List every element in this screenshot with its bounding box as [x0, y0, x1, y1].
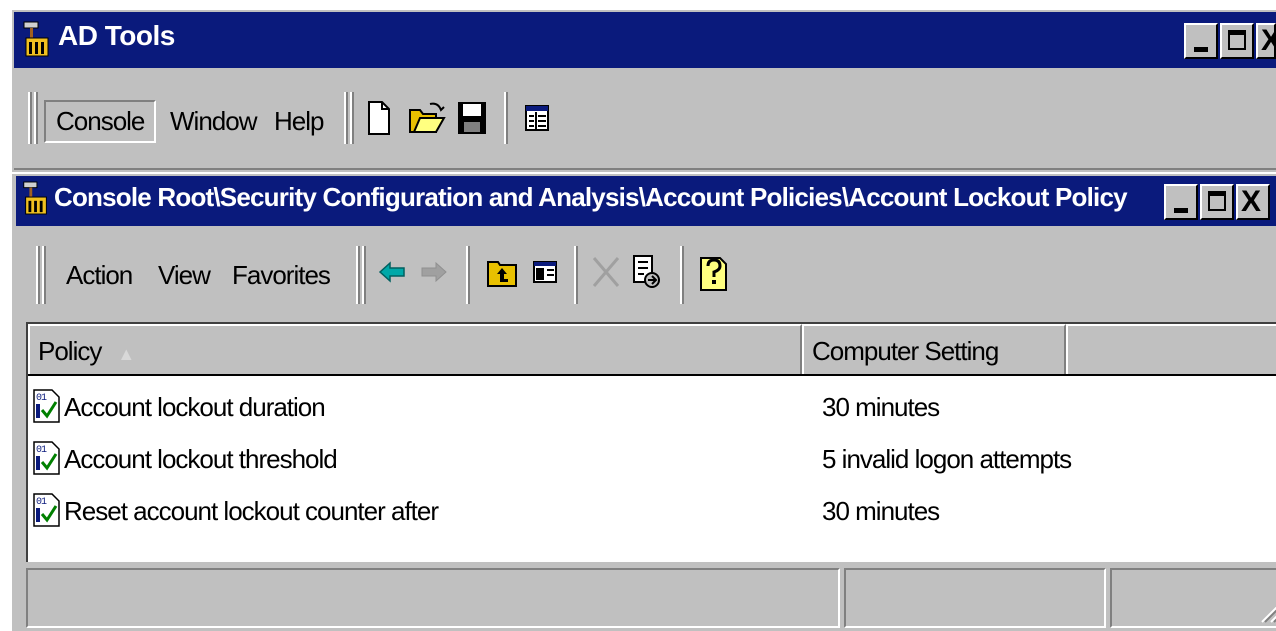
- close-button[interactable]: X: [1256, 23, 1276, 59]
- security-policy-icon: 01: [33, 441, 60, 475]
- security-policy-icon: 01: [33, 389, 60, 423]
- table-row[interactable]: 01 Account lockout duration 30 minutes: [28, 382, 1276, 434]
- status-bar: [26, 568, 1276, 631]
- toolbar-separator: [504, 92, 508, 144]
- maximize-button[interactable]: [1220, 23, 1254, 59]
- minimize-button[interactable]: [1184, 23, 1218, 59]
- child-menu-bar: Action View Favorites: [16, 230, 1276, 320]
- child-window: Console Root\Security Configuration and …: [12, 172, 1276, 631]
- security-policy-icon: 01: [33, 493, 60, 527]
- resize-grip-icon[interactable]: [1256, 594, 1276, 624]
- child-minimize-button[interactable]: [1164, 184, 1198, 220]
- app-title: AD Tools: [58, 20, 175, 51]
- tools-hammer-icon: [23, 181, 47, 215]
- toolbar-grip[interactable]: [362, 246, 366, 304]
- column-header-policy-label: Policy: [38, 336, 102, 366]
- forward-arrow-icon[interactable]: [420, 260, 448, 284]
- app-caption-buttons: X: [1184, 23, 1276, 59]
- menu-help[interactable]: Help: [264, 102, 333, 141]
- menu-window[interactable]: Window: [160, 102, 266, 141]
- child-close-button[interactable]: X: [1236, 184, 1270, 220]
- menu-grip[interactable]: [42, 246, 46, 304]
- help-icon[interactable]: [698, 252, 730, 292]
- svg-text:01: 01: [36, 393, 47, 404]
- child-caption-buttons: X: [1164, 184, 1270, 220]
- status-panel-main: [26, 568, 840, 628]
- toolbar-grip[interactable]: [356, 246, 360, 304]
- policy-setting: 30 minutes: [822, 392, 940, 422]
- toolbar-separator: [574, 246, 578, 304]
- menu-grip[interactable]: [28, 92, 32, 144]
- tools-hammer-icon: [23, 21, 49, 57]
- menu-grip[interactable]: [34, 92, 38, 144]
- toolbar-grip[interactable]: [344, 92, 348, 144]
- policy-name: Account lockout threshold: [64, 444, 338, 474]
- child-title: Console Root\Security Configuration and …: [54, 182, 1128, 212]
- toolbar-grip[interactable]: [350, 92, 354, 144]
- policy-list: Policy ▲ Computer Setting 01 Account lock…: [26, 322, 1276, 562]
- console-tree-icon[interactable]: [524, 104, 550, 132]
- close-icon: X: [1241, 185, 1262, 218]
- toolbar-separator: [680, 246, 684, 304]
- table-row[interactable]: 01 Account lockout threshold 5 invalid l…: [28, 434, 1276, 486]
- maximize-icon: [1228, 30, 1246, 50]
- column-header-filler: [1066, 324, 1276, 374]
- maximize-icon: [1208, 191, 1226, 211]
- menu-console[interactable]: Console: [44, 100, 157, 143]
- show-hide-tree-icon[interactable]: [532, 260, 558, 284]
- policy-name: Reset account lockout counter after: [64, 496, 439, 526]
- column-header-setting-label: Computer Setting: [812, 336, 999, 366]
- policy-name: Account lockout duration: [64, 392, 326, 422]
- menu-action[interactable]: Action: [56, 256, 142, 295]
- policy-setting: 5 invalid logon attempts: [822, 444, 1072, 474]
- save-icon[interactable]: [456, 100, 488, 136]
- menu-view[interactable]: View: [148, 256, 220, 295]
- up-one-level-icon[interactable]: [486, 256, 518, 288]
- new-document-icon[interactable]: [366, 100, 392, 136]
- column-header-policy[interactable]: Policy ▲: [28, 324, 802, 374]
- table-row[interactable]: 01 Reset account lockout counter after 3…: [28, 486, 1276, 538]
- app-title-bar[interactable]: AD Tools X: [14, 12, 1276, 68]
- policy-setting: 30 minutes: [822, 496, 940, 526]
- toolbar-separator: [466, 246, 470, 304]
- close-icon: X: [1261, 25, 1276, 57]
- svg-text:01: 01: [36, 497, 47, 508]
- sort-ascending-icon: ▲: [117, 344, 135, 364]
- app-window: AD Tools X Console Window Help: [10, 8, 1276, 631]
- menu-favorites[interactable]: Favorites: [222, 256, 340, 295]
- export-list-icon[interactable]: [632, 254, 662, 290]
- back-arrow-icon[interactable]: [378, 260, 406, 284]
- open-folder-icon[interactable]: [408, 100, 446, 136]
- status-panel-2: [844, 568, 1106, 628]
- list-header: Policy ▲ Computer Setting: [28, 324, 1276, 376]
- menu-grip[interactable]: [36, 246, 40, 304]
- child-title-bar[interactable]: Console Root\Security Configuration and …: [16, 176, 1276, 226]
- minimize-icon: [1174, 208, 1188, 213]
- svg-text:01: 01: [36, 445, 47, 456]
- main-menu-bar: Console Window Help: [14, 70, 1276, 170]
- status-panel-3: [1110, 568, 1276, 628]
- child-maximize-button[interactable]: [1200, 184, 1234, 220]
- delete-icon[interactable]: [590, 254, 622, 290]
- column-header-computer-setting[interactable]: Computer Setting: [802, 324, 1066, 374]
- minimize-icon: [1194, 47, 1208, 52]
